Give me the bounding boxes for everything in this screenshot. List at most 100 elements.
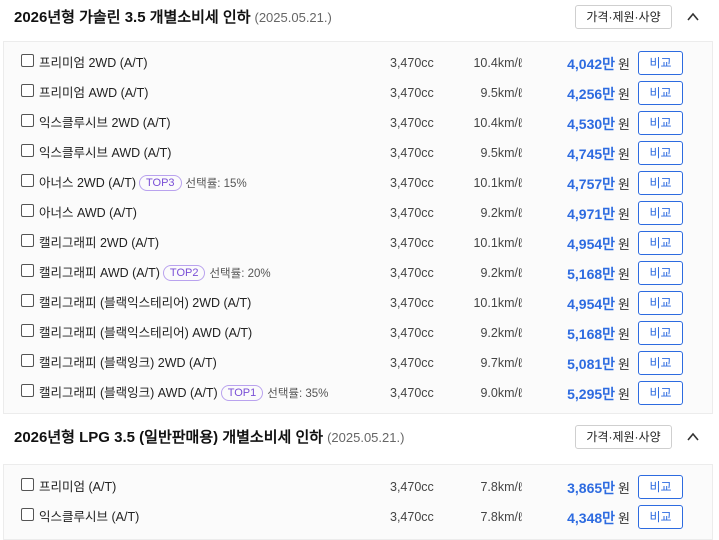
- trim-name-text: 프리미엄 (A/T): [39, 480, 117, 494]
- displacement: 3,470cc: [390, 480, 434, 494]
- price-unit: 원: [618, 511, 630, 526]
- displacement: 3,470cc: [390, 206, 434, 220]
- trim-name-text: 익스클루시브 AWD (A/T): [39, 146, 172, 160]
- compare-button[interactable]: 비교: [638, 231, 683, 255]
- trim-checkbox[interactable]: [21, 114, 34, 127]
- trim-checkbox[interactable]: [21, 508, 34, 521]
- trim-price: 5,168만 원: [567, 324, 630, 344]
- trim-row: 프리미엄 AWD (A/T) 3,470cc 9.5km/ℓ 4,256만 원 비교: [4, 78, 712, 108]
- trim-name-text: 캘리그래피 (블랙익스테리어) 2WD (A/T): [39, 296, 252, 310]
- chevron-up-icon[interactable]: [686, 10, 700, 24]
- price-value: 5,081만: [567, 356, 616, 372]
- fuel-efficiency: 10.1km/ℓ: [473, 296, 522, 310]
- trim-name[interactable]: 캘리그래피 (블랙잉크) AWD (A/T) TOP1 선택률: 35%: [39, 382, 328, 401]
- trim-name[interactable]: 익스클루시브 AWD (A/T): [39, 142, 171, 161]
- trim-name-text: 캘리그래피 2WD (A/T): [39, 236, 159, 250]
- price-unit: 원: [618, 207, 630, 222]
- price-unit: 원: [618, 327, 630, 342]
- displacement: 3,470cc: [390, 176, 434, 190]
- selection-rate: 선택률: 20%: [209, 268, 271, 280]
- trim-name[interactable]: 캘리그래피 AWD (A/T) TOP2 선택률: 20%: [39, 262, 271, 281]
- trim-price: 5,081만 원: [567, 354, 630, 374]
- trim-row: 캘리그래피 AWD (A/T) TOP2 선택률: 20% 3,470cc 9.2km/…: [4, 258, 712, 288]
- spec-button[interactable]: 가격·제원·사양: [575, 5, 672, 29]
- compare-button[interactable]: 비교: [638, 111, 683, 135]
- trim-checkbox[interactable]: [21, 354, 34, 367]
- trim-price: 4,757만 원: [567, 174, 630, 194]
- fuel-efficiency: 9.2km/ℓ: [480, 206, 522, 220]
- section-title-text: 2026년형 가솔린 3.5 개별소비세 인하: [14, 9, 251, 26]
- price-unit: 원: [618, 267, 630, 282]
- gasoline-section: 2026년형 가솔린 3.5 개별소비세 인하 (2025.05.21.) 가격·…: [0, 0, 719, 414]
- displacement: 3,470cc: [390, 86, 434, 100]
- trim-price: 4,954만 원: [567, 234, 630, 254]
- price-unit: 원: [618, 237, 630, 252]
- section-header: 2026년형 가솔린 3.5 개별소비세 인하 (2025.05.21.) 가격·…: [0, 0, 719, 34]
- compare-button[interactable]: 비교: [638, 351, 683, 375]
- fuel-efficiency: 10.4km/ℓ: [473, 116, 522, 130]
- trim-checkbox[interactable]: [21, 144, 34, 157]
- section-title: 2026년형 가솔린 3.5 개별소비세 인하 (2025.05.21.): [14, 6, 332, 27]
- compare-button[interactable]: 비교: [638, 505, 683, 529]
- compare-button[interactable]: 비교: [638, 291, 683, 315]
- price-value: 4,954만: [567, 236, 616, 252]
- compare-button[interactable]: 비교: [638, 201, 683, 225]
- trim-name[interactable]: 캘리그래피 (블랙익스테리어) AWD (A/T): [39, 322, 252, 341]
- price-unit: 원: [618, 177, 630, 192]
- trim-checkbox[interactable]: [21, 324, 34, 337]
- trim-row: 아너스 AWD (A/T) 3,470cc 9.2km/ℓ 4,971만 원 비교: [4, 198, 712, 228]
- displacement: 3,470cc: [390, 116, 434, 130]
- compare-button[interactable]: 비교: [638, 321, 683, 345]
- trim-name-text: 아너스 AWD (A/T): [39, 206, 137, 220]
- trim-name[interactable]: 캘리그래피 (블랙익스테리어) 2WD (A/T): [39, 292, 251, 311]
- trim-name[interactable]: 캘리그래피 2WD (A/T): [39, 232, 159, 251]
- compare-button[interactable]: 비교: [638, 81, 683, 105]
- trim-row: 캘리그래피 (블랙잉크) 2WD (A/T) 3,470cc 9.7km/ℓ 5,08…: [4, 348, 712, 378]
- displacement: 3,470cc: [390, 356, 434, 370]
- spec-button[interactable]: 가격·제원·사양: [575, 425, 672, 449]
- compare-button[interactable]: 비교: [638, 261, 683, 285]
- trim-name[interactable]: 프리미엄 AWD (A/T): [39, 82, 148, 101]
- section-header: 2026년형 LPG 3.5 (일반판매용) 개별소비세 인하 (2025.05.…: [0, 420, 719, 454]
- trim-name[interactable]: 아너스 AWD (A/T): [39, 202, 137, 221]
- trim-price: 4,530만 원: [567, 114, 630, 134]
- chevron-up-icon[interactable]: [686, 430, 700, 444]
- trim-name[interactable]: 프리미엄 (A/T): [39, 476, 116, 495]
- trim-checkbox[interactable]: [21, 234, 34, 247]
- trim-checkbox[interactable]: [21, 54, 34, 67]
- trim-price: 3,865만 원: [567, 478, 630, 498]
- section-date: (2025.05.21.): [254, 10, 332, 25]
- fuel-efficiency: 10.4km/ℓ: [473, 56, 522, 70]
- price-value: 4,530만: [567, 116, 616, 132]
- trim-checkbox[interactable]: [21, 174, 34, 187]
- displacement: 3,470cc: [390, 146, 434, 160]
- price-value: 4,971만: [567, 206, 616, 222]
- trim-checkbox[interactable]: [21, 264, 34, 277]
- lpg-section: 2026년형 LPG 3.5 (일반판매용) 개별소비세 인하 (2025.05.…: [0, 420, 719, 540]
- trim-name[interactable]: 프리미엄 2WD (A/T): [39, 52, 148, 71]
- trim-checkbox[interactable]: [21, 478, 34, 491]
- trim-row: 캘리그래피 (블랙익스테리어) 2WD (A/T) 3,470cc 10.1km/ℓ…: [4, 288, 712, 318]
- trim-checkbox[interactable]: [21, 84, 34, 97]
- trim-checkbox[interactable]: [21, 294, 34, 307]
- compare-button[interactable]: 비교: [638, 51, 683, 75]
- trim-name[interactable]: 아너스 2WD (A/T) TOP3 선택률: 15%: [39, 172, 247, 191]
- trim-name-text: 아너스 2WD (A/T): [39, 176, 136, 190]
- compare-button[interactable]: 비교: [638, 475, 683, 499]
- trim-name[interactable]: 익스클루시브 (A/T): [39, 506, 139, 525]
- compare-button[interactable]: 비교: [638, 171, 683, 195]
- compare-button[interactable]: 비교: [638, 141, 683, 165]
- price-unit: 원: [618, 57, 630, 72]
- trim-name[interactable]: 익스클루시브 2WD (A/T): [39, 112, 171, 131]
- price-value: 4,745만: [567, 146, 616, 162]
- price-unit: 원: [618, 87, 630, 102]
- trim-checkbox[interactable]: [21, 384, 34, 397]
- trim-checkbox[interactable]: [21, 204, 34, 217]
- trim-row: 캘리그래피 (블랙잉크) AWD (A/T) TOP1 선택률: 35% 3,470c…: [4, 378, 712, 408]
- compare-button[interactable]: 비교: [638, 381, 683, 405]
- trim-name[interactable]: 캘리그래피 (블랙잉크) 2WD (A/T): [39, 352, 217, 371]
- price-unit: 원: [618, 297, 630, 312]
- top-badge: TOP2: [162, 265, 206, 281]
- displacement: 3,470cc: [390, 386, 434, 400]
- fuel-efficiency: 9.7km/ℓ: [480, 356, 522, 370]
